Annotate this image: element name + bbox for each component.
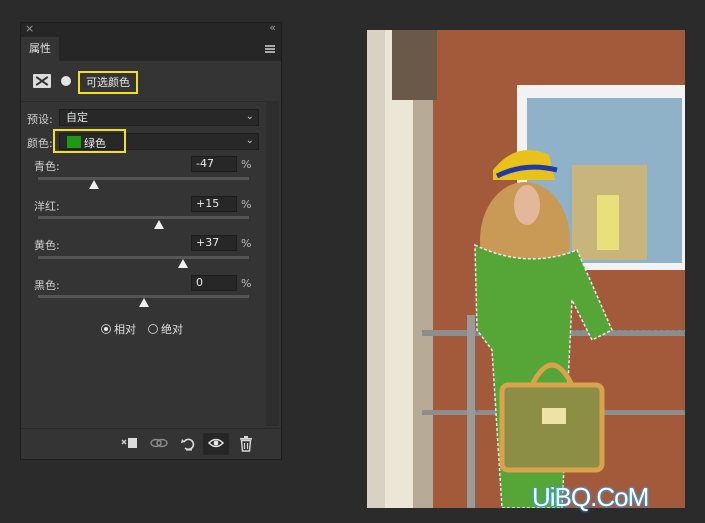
radio-relative[interactable]: 相对 bbox=[101, 321, 136, 337]
yellow-unit: % bbox=[241, 237, 252, 250]
watermark-text: UiBQ.CoM bbox=[532, 482, 649, 512]
reset-icon[interactable] bbox=[178, 436, 198, 452]
chevron-down-icon: ⌄ bbox=[245, 135, 254, 146]
preset-value: 自定 bbox=[66, 111, 88, 124]
adjustment-header: 可选颜色 bbox=[21, 61, 281, 102]
panel-titlebar: × « bbox=[21, 21, 281, 37]
color-swatch bbox=[67, 136, 81, 148]
magenta-label: 洋红: bbox=[34, 200, 60, 213]
collapse-icon[interactable]: « bbox=[269, 21, 276, 34]
layer-mask-icon[interactable] bbox=[58, 74, 76, 88]
cyan-slider-thumb[interactable] bbox=[88, 180, 99, 189]
cyan-value-field[interactable]: -47 bbox=[191, 156, 237, 172]
canvas-photo bbox=[367, 30, 685, 508]
radio-relative-label: 相对 bbox=[114, 323, 136, 336]
magenta-unit: % bbox=[241, 198, 252, 211]
yellow-slider-track[interactable] bbox=[38, 256, 249, 259]
cyan-unit: % bbox=[241, 158, 252, 171]
chevron-down-icon: ⌄ bbox=[245, 111, 254, 122]
yellow-label: 黄色: bbox=[34, 239, 60, 252]
yellow-value-field[interactable]: +37 bbox=[191, 235, 237, 251]
trash-icon[interactable] bbox=[236, 436, 256, 452]
cyan-slider-track[interactable] bbox=[38, 177, 249, 180]
black-slider-thumb[interactable] bbox=[138, 298, 149, 307]
preset-label: 预设: bbox=[27, 113, 53, 126]
color-value: 绿色 bbox=[84, 137, 106, 150]
panel-scrollbar[interactable] bbox=[266, 101, 279, 426]
radio-absolute-dot[interactable] bbox=[148, 324, 158, 334]
magenta-slider-track[interactable] bbox=[38, 216, 249, 219]
cyan-label: 青色: bbox=[34, 160, 60, 173]
preset-select[interactable]: 自定 ⌄ bbox=[59, 109, 259, 126]
adjustment-layer-icon[interactable] bbox=[33, 74, 51, 88]
visibility-eye-icon[interactable] bbox=[203, 433, 229, 455]
magenta-slider-thumb[interactable] bbox=[154, 220, 165, 229]
yellow-slider-thumb[interactable] bbox=[177, 259, 188, 268]
radio-absolute-label: 绝对 bbox=[161, 323, 183, 336]
panel-tabs: 属性 bbox=[21, 37, 281, 61]
panel-footer bbox=[21, 428, 281, 459]
close-icon[interactable]: × bbox=[25, 22, 34, 35]
radio-absolute[interactable]: 绝对 bbox=[148, 321, 183, 337]
properties-panel: × « 属性 可选颜色 预设: 自定 ⌄ 颜色: ⌄ 绿色 青色: -47 % … bbox=[20, 21, 282, 460]
black-unit: % bbox=[241, 277, 252, 290]
colors-label: 颜色: bbox=[27, 137, 53, 150]
clip-to-layer-icon[interactable] bbox=[119, 436, 139, 452]
black-label: 黑色: bbox=[34, 279, 60, 292]
radio-relative-dot[interactable] bbox=[101, 324, 111, 334]
adjustment-title: 可选颜色 bbox=[78, 71, 138, 94]
panel-menu-icon[interactable] bbox=[265, 45, 275, 53]
tab-properties[interactable]: 属性 bbox=[21, 37, 59, 61]
photo-illustration bbox=[367, 30, 685, 508]
black-value-field[interactable]: 0 bbox=[191, 275, 237, 291]
magenta-value-field[interactable]: +15 bbox=[191, 196, 237, 212]
view-previous-icon[interactable] bbox=[149, 436, 169, 452]
